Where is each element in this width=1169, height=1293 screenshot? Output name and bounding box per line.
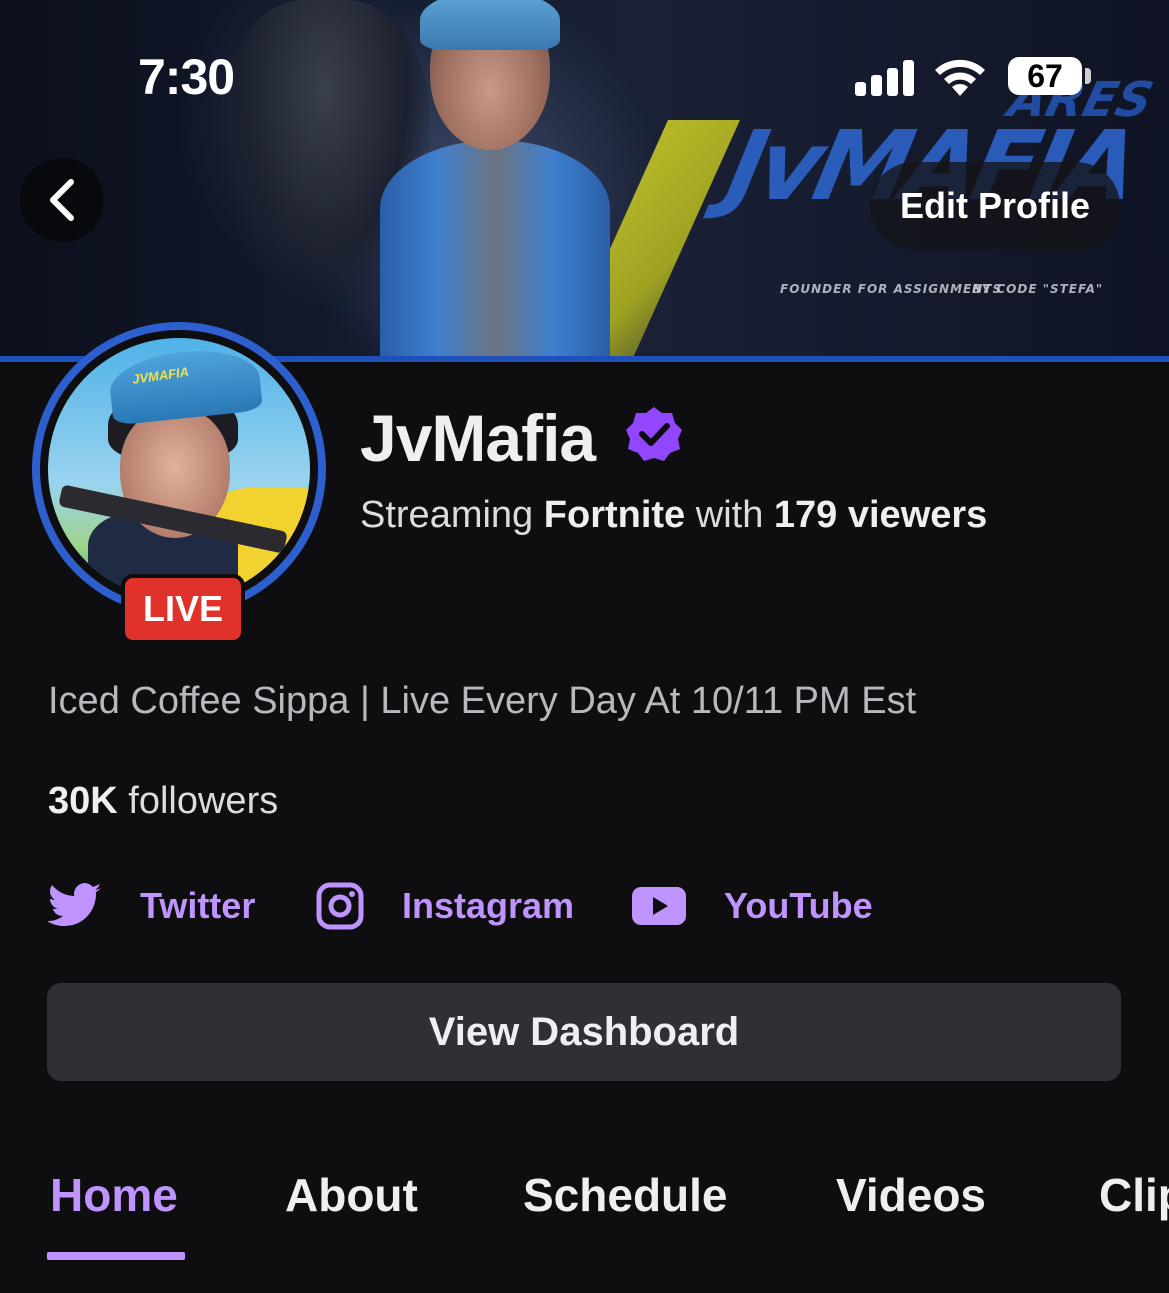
avatar: JVMAFIA	[48, 338, 310, 600]
banner-character	[380, 0, 610, 362]
edit-profile-button[interactable]: Edit Profile	[870, 162, 1120, 250]
streaming-game[interactable]: Fortnite	[544, 494, 685, 536]
banner-credit-left: FOUNDER FOR ASSIGNMENTS	[780, 282, 1003, 296]
viewer-count: 179 viewers	[773, 494, 988, 536]
tab-videos[interactable]: Videos	[836, 1168, 986, 1222]
banner-credit-right: BY CODE "STEFA"	[972, 282, 1104, 296]
social-link-youtube[interactable]: YouTube	[632, 878, 873, 934]
social-label-twitter: Twitter	[140, 885, 256, 926]
wifi-icon	[935, 59, 985, 96]
battery-tip	[1085, 68, 1091, 84]
channel-name: JvMafia	[360, 401, 596, 475]
streaming-prefix: Streaming	[360, 494, 534, 536]
verified-badge-icon	[626, 407, 682, 461]
tab-home[interactable]: Home	[50, 1168, 178, 1222]
tab-schedule[interactable]: Schedule	[523, 1168, 728, 1222]
followers-label: followers	[128, 780, 279, 822]
instagram-icon	[316, 882, 364, 930]
social-link-twitter[interactable]: Twitter	[48, 878, 255, 934]
avatar-ring[interactable]: JVMAFIA	[32, 322, 326, 616]
social-link-instagram[interactable]: Instagram	[316, 878, 574, 934]
channel-bio: Iced Coffee Sippa | Live Every Day At 10…	[48, 680, 917, 722]
view-dashboard-button[interactable]: View Dashboard	[47, 983, 1121, 1081]
back-button[interactable]	[20, 158, 104, 242]
follower-count: 30K followers	[48, 780, 278, 823]
status-time: 7:30	[138, 49, 235, 105]
tab-clips[interactable]: Clips	[1099, 1168, 1169, 1222]
cellular-signal-icon	[855, 60, 915, 96]
streaming-with: with	[695, 494, 764, 536]
chevron-left-icon	[50, 179, 74, 221]
tab-about[interactable]: About	[285, 1168, 418, 1222]
battery-indicator: 67	[1008, 57, 1082, 95]
streaming-status: Streaming Fortnite with 179 viewers	[360, 494, 987, 537]
live-badge: LIVE	[121, 574, 245, 644]
twitter-bird-icon	[48, 883, 101, 926]
followers-number: 30K	[48, 780, 118, 822]
youtube-icon	[632, 887, 686, 925]
social-label-youtube: YouTube	[724, 885, 873, 926]
social-label-instagram: Instagram	[402, 885, 575, 926]
active-tab-indicator	[47, 1252, 185, 1260]
